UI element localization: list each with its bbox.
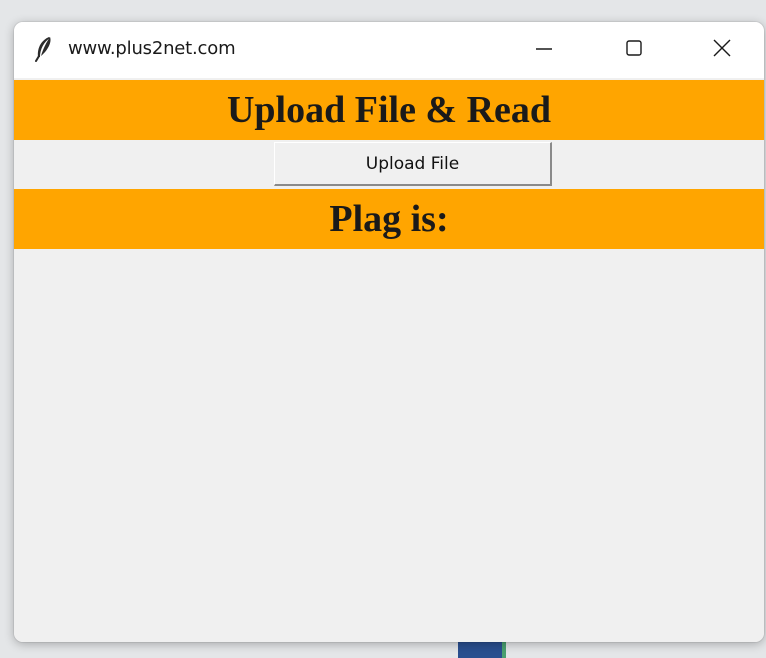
window-title: www.plus2net.com: [68, 38, 236, 59]
maximize-icon: [624, 38, 644, 62]
upload-file-button[interactable]: Upload File: [274, 142, 552, 186]
minimize-button[interactable]: [514, 22, 574, 78]
close-button[interactable]: [692, 22, 752, 78]
title-bar[interactable]: www.plus2net.com: [14, 22, 764, 78]
app-window: www.plus2net.com Upload File & Read Uplo…: [14, 22, 764, 642]
close-icon: [712, 38, 732, 62]
maximize-button[interactable]: [604, 22, 664, 78]
feather-icon: [34, 36, 54, 62]
content-area: [14, 249, 764, 642]
result-label: Plag is:: [329, 198, 449, 240]
header-title: Upload File & Read: [226, 89, 552, 131]
upload-file-button-label: Upload File: [365, 153, 460, 174]
result-banner: Plag is:: [14, 189, 764, 249]
minimize-icon: [534, 38, 554, 62]
header-banner: Upload File & Read: [14, 80, 764, 140]
